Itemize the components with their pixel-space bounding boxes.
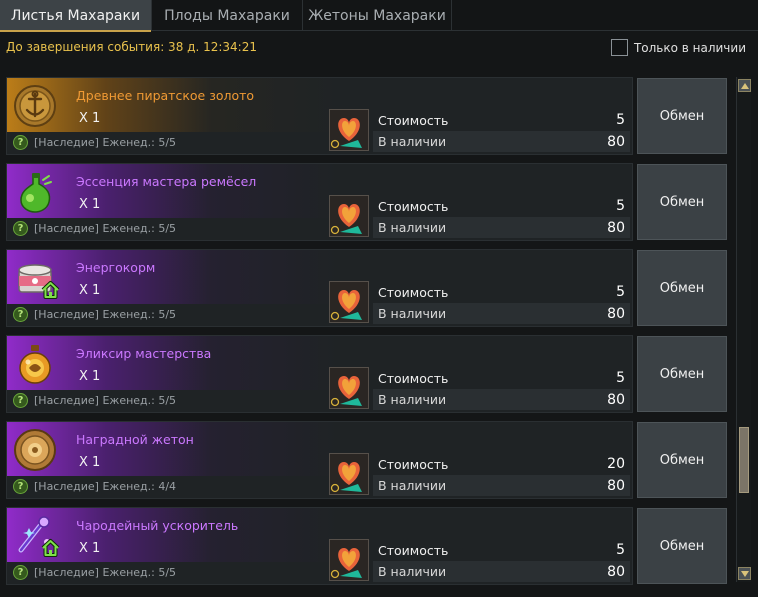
home-icon <box>41 538 60 557</box>
arrow-up-icon <box>740 82 749 89</box>
exchange-button[interactable]: Обмен <box>637 78 727 154</box>
list-item: Эссенция мастера ремёсел X 1 ? [Наследие… <box>6 163 728 241</box>
item-quantity: X 1 <box>79 197 101 212</box>
item-name: Древнее пиратское золото <box>76 88 255 103</box>
exchange-button[interactable]: Обмен <box>637 250 727 326</box>
question-icon[interactable]: ? <box>13 479 28 494</box>
tab-maharaki-fruits[interactable]: Плоды Махараки <box>152 0 303 31</box>
leaf-currency-icon <box>329 281 369 323</box>
stock-value: 80 <box>607 305 625 322</box>
arrow-down-icon <box>740 570 749 577</box>
leaf-currency-icon <box>329 453 369 495</box>
in-stock-filter[interactable]: Только в наличии <box>610 39 746 56</box>
question-icon[interactable]: ? <box>13 565 28 580</box>
exchange-button[interactable]: Обмен <box>637 508 727 584</box>
question-icon[interactable]: ? <box>13 221 28 236</box>
stock-value: 80 <box>607 391 625 408</box>
item-card: Древнее пиратское золото X 1 ? [Наследие… <box>6 77 633 155</box>
item-note: ? [Наследие] Еженед.: 5/5 <box>13 393 176 408</box>
stock-value: 80 <box>607 219 625 236</box>
item-quantity: X 1 <box>79 455 101 470</box>
stock-row: В наличии 80 <box>373 475 630 496</box>
stock-row: В наличии 80 <box>373 303 630 324</box>
cost-row: Стоимость 5 <box>378 370 625 386</box>
list-item: Древнее пиратское золото X 1 ? [Наследие… <box>6 77 728 155</box>
stock-row: В наличии 80 <box>373 389 630 410</box>
list-item: Наградной жетон X 1 ? [Наследие] Еженед.… <box>6 421 728 499</box>
stock-row: В наличии 80 <box>373 561 630 582</box>
exchange-button[interactable]: Обмен <box>637 164 727 240</box>
item-name: Эликсир мастерства <box>76 346 212 361</box>
exchange-button[interactable]: Обмен <box>637 422 727 498</box>
question-icon[interactable]: ? <box>13 393 28 408</box>
list-item: Энергокорм X 1 ? [Наследие] Еженед.: 5/5… <box>6 249 728 327</box>
item-note: ? [Наследие] Еженед.: 5/5 <box>13 307 176 322</box>
item-note: ? [Наследие] Еженед.: 5/5 <box>13 135 176 150</box>
cost-row: Стоимость 5 <box>378 198 625 214</box>
cost-value: 5 <box>616 370 625 386</box>
leaf-currency-icon <box>329 195 369 237</box>
item-quantity: X 1 <box>79 369 101 384</box>
item-name: Наградной жетон <box>76 432 194 447</box>
item-note: ? [Наследие] Еженед.: 5/5 <box>13 565 176 580</box>
tab-bar: Листья Махараки Плоды Махараки Жетоны Ма… <box>0 0 758 32</box>
stock-value: 80 <box>607 133 625 150</box>
item-quantity: X 1 <box>79 541 101 556</box>
scroll-down-button[interactable] <box>738 567 751 580</box>
cost-value: 5 <box>616 112 625 128</box>
home-icon <box>41 280 60 299</box>
stock-value: 80 <box>607 563 625 580</box>
item-quantity: X 1 <box>79 111 101 126</box>
item-name: Эссенция мастера ремёсел <box>76 174 257 189</box>
item-card: Наградной жетон X 1 ? [Наследие] Еженед.… <box>6 421 633 499</box>
in-stock-checkbox[interactable] <box>610 39 628 56</box>
list-scrollbar[interactable] <box>736 77 751 582</box>
list-item: Чародейный ускоритель X 1 ? [Наследие] Е… <box>6 507 728 585</box>
event-timer: До завершения события: 38 д. 12:34:21 <box>6 40 257 54</box>
cost-row: Стоимость 5 <box>378 284 625 300</box>
tab-maharaki-leaves[interactable]: Листья Махараки <box>0 0 152 32</box>
list-item: Эликсир мастерства X 1 ? [Наследие] Ежен… <box>6 335 728 413</box>
cost-value: 20 <box>607 456 625 472</box>
exchange-button[interactable]: Обмен <box>637 336 727 412</box>
stock-value: 80 <box>607 477 625 494</box>
item-note: ? [Наследие] Еженед.: 5/5 <box>13 221 176 236</box>
item-card: Эссенция мастера ремёсел X 1 ? [Наследие… <box>6 163 633 241</box>
cost-row: Стоимость 20 <box>378 456 625 472</box>
item-quantity: X 1 <box>79 283 101 298</box>
question-icon[interactable]: ? <box>13 307 28 322</box>
item-name: Энергокорм <box>76 260 156 275</box>
cost-value: 5 <box>616 542 625 558</box>
question-icon[interactable]: ? <box>13 135 28 150</box>
item-name: Чародейный ускоритель <box>76 518 239 533</box>
item-card: Эликсир мастерства X 1 ? [Наследие] Ежен… <box>6 335 633 413</box>
leaf-currency-icon <box>329 109 369 151</box>
golden-elixir-flask-icon <box>13 342 57 386</box>
leaf-currency-icon <box>329 539 369 581</box>
item-card: Энергокорм X 1 ? [Наследие] Еженед.: 5/5… <box>6 249 633 327</box>
scroll-thumb[interactable] <box>739 427 749 493</box>
cost-row: Стоимость 5 <box>378 542 625 558</box>
tab-maharaki-tokens[interactable]: Жетоны Махараки <box>303 0 452 31</box>
scroll-up-button[interactable] <box>738 79 751 92</box>
leaf-currency-icon <box>329 367 369 409</box>
item-card: Чародейный ускоритель X 1 ? [Наследие] Е… <box>6 507 633 585</box>
stock-row: В наличии 80 <box>373 217 630 238</box>
green-essence-flask-icon <box>13 170 57 214</box>
pirate-gold-coin-icon <box>13 84 57 128</box>
cost-value: 5 <box>616 284 625 300</box>
item-note: ? [Наследие] Еженед.: 4/4 <box>13 479 176 494</box>
exchange-list: Древнее пиратское золото X 1 ? [Наследие… <box>6 77 728 587</box>
reward-token-coin-icon <box>13 428 57 472</box>
in-stock-label: Только в наличии <box>633 40 746 55</box>
cost-row: Стоимость 5 <box>378 112 625 128</box>
cost-value: 5 <box>616 198 625 214</box>
stock-row: В наличии 80 <box>373 131 630 152</box>
